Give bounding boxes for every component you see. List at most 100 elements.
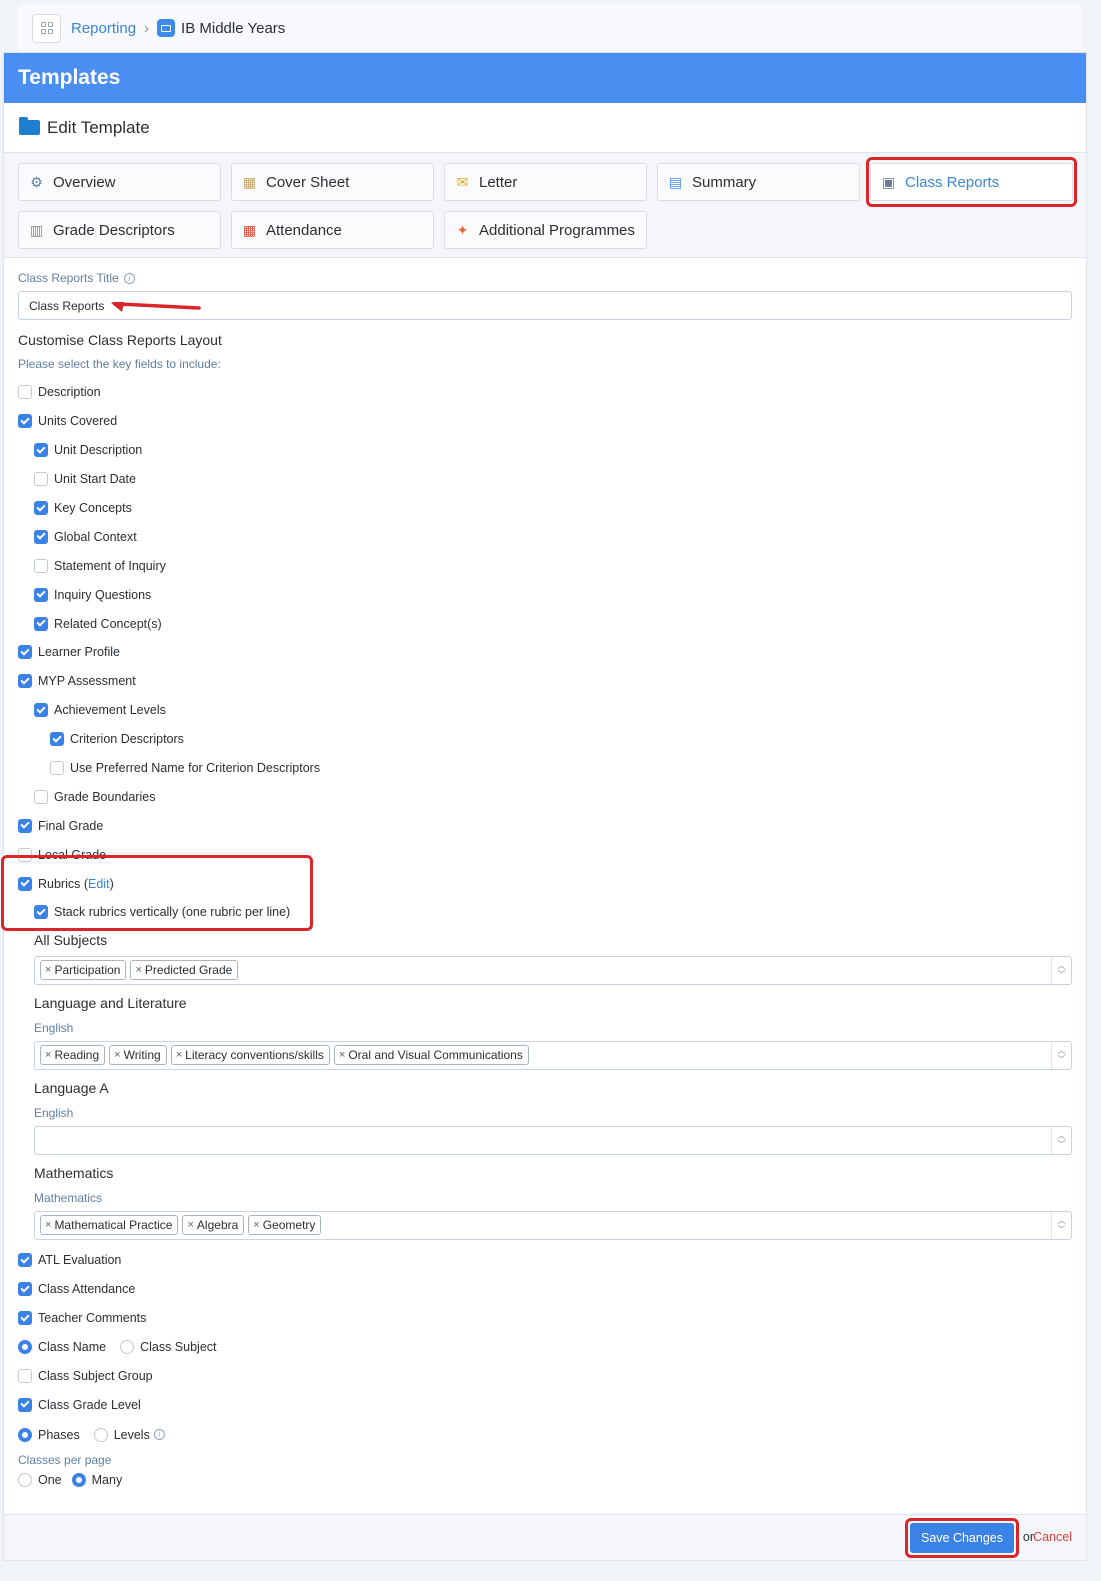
class-name-radio[interactable] — [18, 1340, 32, 1355]
global-context-checkbox[interactable] — [34, 529, 48, 544]
unit-description-checkbox[interactable] — [34, 443, 48, 458]
ib-myp-icon — [157, 19, 176, 37]
remove-tag-icon[interactable]: × — [114, 1049, 120, 1061]
subject-heading-language-and-literature: Language and Literature — [34, 994, 187, 1011]
inquiry-questions-label: Inquiry Questions — [54, 587, 152, 602]
class-subject-group-checkbox[interactable] — [18, 1369, 32, 1384]
tab-label: Cover Sheet — [266, 173, 350, 191]
cancel-link[interactable]: Cancel — [1033, 1530, 1072, 1544]
one-per-page-radio[interactable] — [18, 1473, 32, 1488]
inquiry-questions-checkbox[interactable] — [34, 587, 48, 602]
rubric-tag: × Oral and Visual Communications — [333, 1045, 529, 1066]
tab-overview[interactable]: ⚙ Overview — [18, 163, 221, 201]
grade-boundaries-checkbox[interactable] — [34, 789, 48, 804]
tab-grade-descriptors[interactable]: ▥ Grade Descriptors — [18, 211, 221, 249]
rubric-tag-label: Literacy conventions/skills — [185, 1048, 324, 1063]
layout-heading: Customise Class Reports Layout — [18, 332, 222, 348]
class-reports-form: Class Reports Title i Customise Class Re… — [4, 258, 1086, 1492]
rubric-select-all-subjects[interactable]: × Participation × Predicted Grade ︿ ﹀ — [34, 955, 1072, 985]
local-grade-checkbox[interactable] — [18, 847, 32, 862]
updown-chevron-icon[interactable]: ︿ ﹀ — [1051, 1126, 1071, 1154]
info-icon[interactable]: i — [153, 1429, 165, 1441]
rubric-subjects: All Subjects × Participation × Predicted Gra… — [18, 932, 1072, 1240]
learner-profile-checkbox[interactable] — [18, 645, 32, 660]
subject-heading-mathematics: Mathematics — [34, 1164, 114, 1181]
tab-letter[interactable]: ✉ Letter — [444, 163, 647, 201]
myp-assessment-checkbox[interactable] — [18, 674, 32, 689]
key-concepts-label: Key Concepts — [54, 501, 132, 515]
rubric-tag-label: Oral and Visual Communications — [348, 1048, 523, 1063]
rubrics-checkbox[interactable] — [18, 876, 32, 891]
remove-tag-icon[interactable]: × — [45, 964, 51, 976]
many-per-page-radio[interactable] — [71, 1473, 86, 1488]
rubrics-label: Rubrics (Edit) — [38, 877, 114, 891]
statement-of-inquiry-checkbox[interactable] — [34, 558, 48, 573]
tab-additional-programmes[interactable]: ✦ Additional Programmes — [444, 211, 647, 249]
info-icon[interactable]: i — [123, 272, 135, 284]
use-preferred-name-for-criterion-descriptors-checkbox[interactable] — [50, 761, 64, 776]
class-subject-radio[interactable] — [120, 1340, 135, 1355]
breadcrumb-bar: Reporting › IB Middle Years — [18, 4, 1081, 52]
rubric-select-language-and-literature[interactable]: × Reading × Writing × Literacy conventions/sk… — [34, 1040, 1072, 1070]
key-concepts-field: Key Concepts — [18, 494, 1072, 523]
report-card-icon: ▣ — [881, 173, 896, 190]
class-grade-level-checkbox[interactable] — [18, 1397, 32, 1412]
remove-tag-icon[interactable]: × — [45, 1049, 51, 1061]
edit-template-header: Edit Template — [4, 103, 1086, 153]
rubric-select-language-a[interactable]: ︿ ﹀ — [34, 1125, 1072, 1155]
rubric-tag-label: Participation — [54, 963, 121, 978]
updown-chevron-icon[interactable]: ︿ ﹀ — [1051, 1211, 1071, 1239]
remove-tag-icon[interactable]: × — [45, 1219, 51, 1231]
unit-start-date-checkbox[interactable] — [34, 472, 48, 487]
save-changes-button[interactable]: Save Changes — [904, 1518, 1020, 1558]
class-attendance-checkbox[interactable] — [18, 1282, 32, 1297]
form-footer: Save Changes or Cancel — [4, 1514, 1086, 1560]
grid-icon — [40, 22, 53, 34]
tab-summary[interactable]: ▤ Summary — [657, 163, 860, 201]
myp-assessment-field: MYP Assessment — [18, 667, 1072, 696]
app-grid-button[interactable] — [32, 13, 61, 43]
breadcrumb-current: IB Middle Years — [181, 19, 286, 37]
document-icon: ▥ — [29, 221, 44, 238]
tab-attendance[interactable]: ▦ Attendance — [231, 211, 434, 249]
remove-tag-icon[interactable]: × — [135, 964, 141, 976]
tab-cover-sheet[interactable]: ▦ Cover Sheet — [231, 163, 434, 201]
chart-icon: ▤ — [668, 173, 683, 190]
rubric-select-mathematics[interactable]: × Mathematical Practice × Algebra × Geometry ︿… — [34, 1210, 1072, 1240]
units-covered-checkbox[interactable] — [18, 414, 32, 429]
grade-boundaries-label: Grade Boundaries — [54, 789, 156, 804]
breadcrumb-reporting-link[interactable]: Reporting — [71, 20, 136, 37]
related-concept-s-checkbox[interactable] — [34, 616, 48, 631]
remove-tag-icon[interactable]: × — [253, 1219, 259, 1231]
gear-icon: ⚙ — [30, 173, 43, 190]
subject-subheading: Mathematics — [34, 1190, 103, 1205]
learner-profile-label: Learner Profile — [38, 645, 120, 660]
updown-chevron-icon[interactable]: ︿ ﹀ — [1051, 1041, 1071, 1069]
description-checkbox[interactable] — [18, 385, 32, 400]
rubrics-label-close: ) — [109, 876, 114, 891]
remove-tag-icon[interactable]: × — [339, 1049, 345, 1061]
rubric-tag: × Geometry — [248, 1215, 322, 1236]
classes-per-page-label: Classes per page — [18, 1453, 112, 1468]
teacher-comments-checkbox[interactable] — [18, 1311, 32, 1326]
class-grade-level-field: Class Grade Level — [18, 1390, 1072, 1419]
final-grade-checkbox[interactable] — [18, 818, 32, 833]
related-concept-s-field: Related Concept(s) — [18, 609, 1072, 638]
grade-boundaries-field: Grade Boundaries — [18, 782, 1072, 811]
stack-rubrics-checkbox[interactable] — [34, 905, 48, 920]
remove-tag-icon[interactable]: × — [176, 1049, 182, 1061]
key-concepts-checkbox[interactable] — [34, 501, 48, 515]
criterion-descriptors-checkbox[interactable] — [50, 732, 64, 747]
levels-radio[interactable] — [93, 1427, 108, 1442]
rubrics-label-text: Rubrics ( — [38, 876, 89, 891]
tab-class-reports[interactable]: ▣ Class Reports — [866, 157, 1077, 207]
rubric-tag-label: Reading — [54, 1048, 100, 1063]
remove-tag-icon[interactable]: × — [187, 1219, 193, 1231]
tab-label: Additional Programmes — [479, 221, 635, 239]
achievement-levels-checkbox[interactable] — [34, 703, 48, 718]
folder-icon — [19, 117, 40, 135]
updown-chevron-icon[interactable]: ︿ ﹀ — [1051, 956, 1071, 984]
phases-radio[interactable] — [18, 1427, 32, 1442]
atl-evaluation-checkbox[interactable] — [18, 1253, 32, 1268]
rubrics-edit-link[interactable]: Edit — [88, 877, 110, 891]
